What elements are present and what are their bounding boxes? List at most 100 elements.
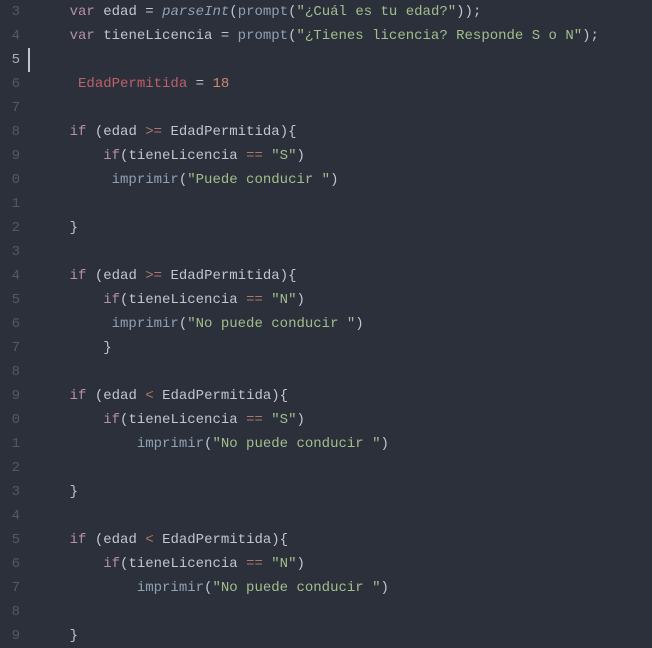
line-number: 9 bbox=[4, 384, 20, 408]
keyword: var bbox=[70, 28, 95, 44]
code-line-active[interactable] bbox=[36, 48, 652, 72]
identifier: EdadPermitida bbox=[162, 532, 271, 548]
function: imprimir bbox=[112, 316, 179, 332]
code-line[interactable] bbox=[36, 240, 652, 264]
line-number: 3 bbox=[4, 480, 20, 504]
line-number: 7 bbox=[4, 576, 20, 600]
identifier: edad bbox=[103, 4, 137, 20]
operator: == bbox=[246, 412, 263, 428]
code-line[interactable]: var edad = parseInt(prompt("¿Cuál es tu … bbox=[36, 0, 652, 24]
line-number: 5 bbox=[4, 528, 20, 552]
line-number: 8 bbox=[4, 360, 20, 384]
identifier: tieneLicencia bbox=[128, 148, 237, 164]
line-number: 1 bbox=[4, 192, 20, 216]
keyword: if bbox=[70, 124, 87, 140]
line-number: 3 bbox=[4, 240, 20, 264]
line-number: 2 bbox=[4, 456, 20, 480]
code-line[interactable] bbox=[36, 456, 652, 480]
paren: ( bbox=[95, 268, 103, 284]
line-number: 7 bbox=[4, 96, 20, 120]
paren: ) bbox=[330, 172, 338, 188]
line-number: 6 bbox=[4, 552, 20, 576]
operator: == bbox=[246, 148, 263, 164]
code-line[interactable]: } bbox=[36, 216, 652, 240]
line-number: 5 bbox=[4, 288, 20, 312]
string: "¿Cuál es tu edad?" bbox=[297, 4, 457, 20]
brace: ){ bbox=[280, 268, 297, 284]
keyword: if bbox=[103, 556, 120, 572]
string: "¿Tienes licencia? Responde S o N" bbox=[297, 28, 583, 44]
code-line[interactable]: if (edad >= EdadPermitida){ bbox=[36, 264, 652, 288]
string: "No puede conducir " bbox=[212, 580, 380, 596]
code-line[interactable]: imprimir("Puede conducir ") bbox=[36, 168, 652, 192]
line-number: 1 bbox=[4, 432, 20, 456]
line-number: 3 bbox=[4, 0, 20, 24]
paren: ( bbox=[179, 172, 187, 188]
paren: ) bbox=[297, 412, 305, 428]
code-line[interactable] bbox=[36, 96, 652, 120]
operator: = bbox=[221, 28, 229, 44]
brace: ){ bbox=[271, 388, 288, 404]
code-line[interactable]: if (edad < EdadPermitida){ bbox=[36, 384, 652, 408]
code-editor[interactable]: 345678901234567890123456789 var edad = p… bbox=[0, 0, 652, 523]
code-area[interactable]: var edad = parseInt(prompt("¿Cuál es tu … bbox=[28, 0, 652, 523]
string: "N" bbox=[271, 292, 296, 308]
line-number: 4 bbox=[4, 504, 20, 528]
code-line[interactable] bbox=[36, 360, 652, 384]
line-number: 0 bbox=[4, 168, 20, 192]
paren: ) bbox=[297, 556, 305, 572]
code-line[interactable] bbox=[36, 504, 652, 528]
code-line[interactable]: imprimir("No puede conducir ") bbox=[36, 312, 652, 336]
code-line[interactable] bbox=[36, 192, 652, 216]
brace: ){ bbox=[280, 124, 297, 140]
paren: ) bbox=[297, 148, 305, 164]
code-line[interactable]: if (edad < EdadPermitida){ bbox=[36, 528, 652, 552]
identifier: tieneLicencia bbox=[103, 28, 212, 44]
identifier: tieneLicencia bbox=[128, 412, 237, 428]
code-line[interactable]: if(tieneLicencia == "N") bbox=[36, 288, 652, 312]
code-line[interactable]: if(tieneLicencia == "N") bbox=[36, 552, 652, 576]
code-line[interactable]: var tieneLicencia = prompt("¿Tienes lice… bbox=[36, 24, 652, 48]
brace: } bbox=[103, 340, 111, 356]
keyword: var bbox=[70, 4, 95, 20]
keyword: if bbox=[70, 268, 87, 284]
code-line[interactable]: if (edad >= EdadPermitida){ bbox=[36, 120, 652, 144]
string: "No puede conducir " bbox=[212, 436, 380, 452]
keyword: if bbox=[70, 388, 87, 404]
identifier: tieneLicencia bbox=[128, 556, 237, 572]
paren: ( bbox=[120, 556, 128, 572]
identifier: tieneLicencia bbox=[128, 292, 237, 308]
line-number: 6 bbox=[4, 312, 20, 336]
paren: ( bbox=[95, 532, 103, 548]
code-line[interactable]: } bbox=[36, 480, 652, 504]
code-line[interactable]: } bbox=[36, 624, 652, 648]
operator: = bbox=[196, 76, 204, 92]
identifier: EdadPermitida bbox=[170, 268, 279, 284]
code-line[interactable]: imprimir("No puede conducir ") bbox=[36, 432, 652, 456]
operator: >= bbox=[145, 268, 162, 284]
code-line[interactable]: } bbox=[36, 336, 652, 360]
keyword: if bbox=[103, 148, 120, 164]
line-number: 8 bbox=[4, 600, 20, 624]
number: 18 bbox=[212, 76, 229, 92]
keyword: if bbox=[70, 532, 87, 548]
code-line[interactable]: imprimir("No puede conducir ") bbox=[36, 576, 652, 600]
operator: == bbox=[246, 292, 263, 308]
code-line[interactable]: if(tieneLicencia == "S") bbox=[36, 144, 652, 168]
code-line[interactable]: if(tieneLicencia == "S") bbox=[36, 408, 652, 432]
identifier: EdadPermitida bbox=[162, 388, 271, 404]
paren: ) bbox=[380, 580, 388, 596]
string: "S" bbox=[271, 148, 296, 164]
code-line[interactable] bbox=[36, 600, 652, 624]
identifier: edad bbox=[103, 124, 137, 140]
function: prompt bbox=[238, 4, 288, 20]
line-number: 4 bbox=[4, 24, 20, 48]
line-number: 7 bbox=[4, 336, 20, 360]
keyword: if bbox=[103, 292, 120, 308]
line-number: 0 bbox=[4, 408, 20, 432]
identifier: edad bbox=[103, 532, 137, 548]
line-number: 5 bbox=[4, 48, 20, 72]
function: imprimir bbox=[137, 580, 204, 596]
identifier: edad bbox=[103, 268, 137, 284]
code-line[interactable]: EdadPermitida = 18 bbox=[36, 72, 652, 96]
